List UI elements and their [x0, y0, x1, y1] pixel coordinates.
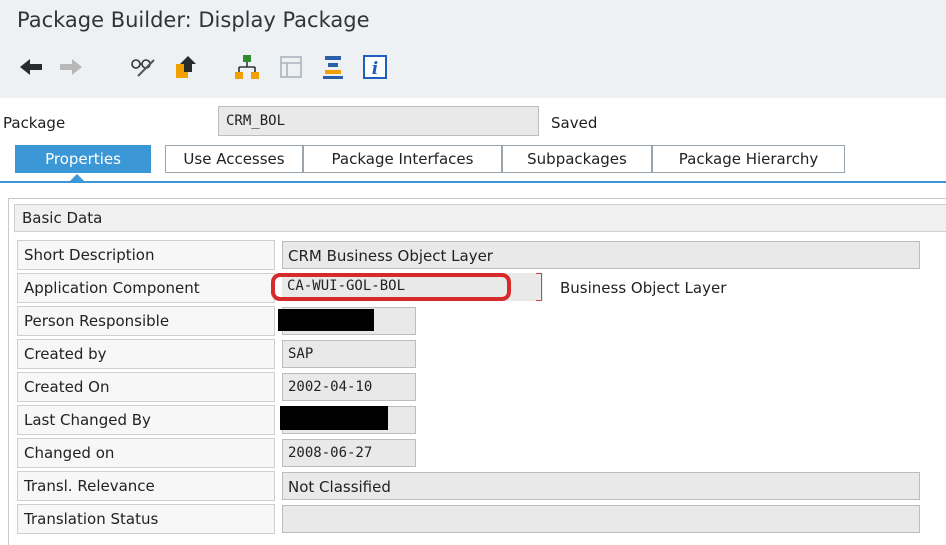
back-arrow-icon[interactable]: [16, 52, 46, 82]
transl-relevance-field[interactable]: Not Classified: [282, 472, 920, 500]
hierarchy-icon[interactable]: [232, 52, 262, 82]
translation-status-label: Translation Status: [17, 504, 275, 534]
info-icon[interactable]: i: [360, 52, 390, 82]
display-change-glasses-icon[interactable]: [128, 52, 158, 82]
application-component-text: Business Object Layer: [560, 279, 727, 297]
transl-relevance-label: Transl. Relevance: [17, 471, 275, 501]
package-field[interactable]: CRM_BOL: [218, 106, 539, 136]
package-status: Saved: [551, 114, 598, 132]
short-description-label: Short Description: [17, 240, 275, 270]
translation-status-field[interactable]: [282, 505, 920, 533]
last-changed-by-label: Last Changed By: [17, 405, 275, 435]
application-component-label: Application Component: [17, 273, 275, 303]
created-by-field[interactable]: SAP: [282, 340, 416, 368]
forward-arrow-icon[interactable]: [56, 52, 86, 82]
active-tab-pointer: [70, 174, 84, 181]
align-icon[interactable]: [318, 52, 348, 82]
tab-package-hierarchy[interactable]: Package Hierarchy: [652, 145, 845, 173]
tab-subpackages[interactable]: Subpackages: [502, 145, 652, 173]
window-title: Package Builder: Display Package: [17, 8, 370, 32]
tab-underline: [0, 181, 946, 183]
created-on-field[interactable]: 2002-04-10: [282, 373, 416, 401]
created-by-label: Created by: [17, 339, 275, 369]
highlight-outline: [271, 273, 511, 301]
redacted-block: [278, 309, 374, 331]
redacted-block: [280, 406, 388, 430]
changed-on-label: Changed on: [17, 438, 275, 468]
basic-data-heading: Basic Data: [22, 209, 103, 227]
changed-on-field[interactable]: 2008-06-27: [282, 439, 416, 467]
short-description-field[interactable]: CRM Business Object Layer: [282, 241, 920, 269]
person-responsible-label: Person Responsible: [17, 306, 275, 336]
table-view-icon[interactable]: [276, 52, 306, 82]
tab-properties[interactable]: Properties: [15, 145, 151, 173]
package-label: Package: [3, 114, 66, 132]
created-on-label: Created On: [17, 372, 275, 402]
required-field-marker: [536, 273, 542, 301]
basic-data-heading-bar: Basic Data: [14, 204, 946, 232]
other-object-icon[interactable]: [170, 52, 200, 82]
svg-text:i: i: [372, 59, 378, 79]
tab-use-accesses[interactable]: Use Accesses: [165, 145, 303, 173]
title-bar: Package Builder: Display Package i: [0, 0, 946, 98]
tab-package-interfaces[interactable]: Package Interfaces: [303, 145, 502, 173]
